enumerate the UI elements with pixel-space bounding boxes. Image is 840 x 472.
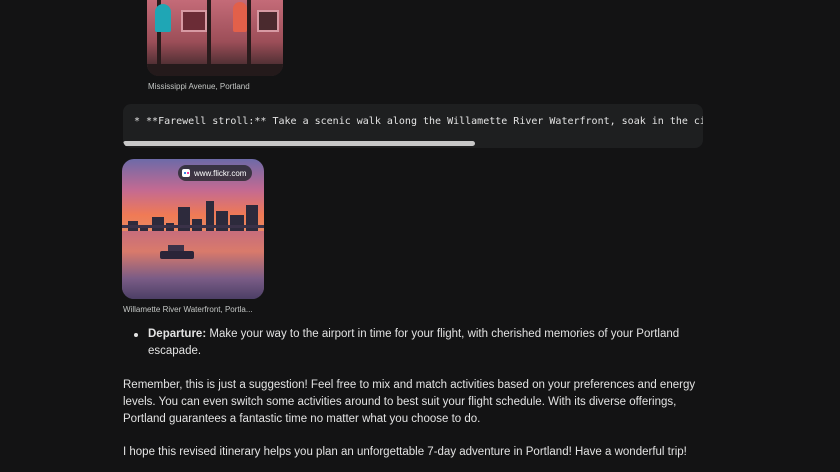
code-block: * **Farewell stroll:** Take a scenic wal… [123, 104, 703, 148]
image-source-label: www.flickr.com [194, 168, 247, 178]
code-line: * **Farewell stroll:** Take a scenic wal… [134, 116, 703, 127]
umbrella-graphic [233, 2, 247, 32]
bullet-marker [134, 333, 138, 337]
chat-response: Mississippi Avenue, Portland * **Farewel… [0, 0, 840, 472]
paragraph: I hope this revised itinerary helps you … [123, 446, 687, 458]
flickr-icon [182, 169, 190, 177]
image-willamette-waterfront[interactable]: www.flickr.com [122, 159, 264, 299]
bullet-label: Departure: [148, 328, 207, 340]
image-source-chip[interactable]: www.flickr.com [178, 165, 253, 181]
boat-graphic [160, 251, 194, 259]
image-caption[interactable]: Mississippi Avenue, Portland [148, 82, 288, 91]
paragraph: Remember, this is just a suggestion! Fee… [123, 379, 696, 425]
umbrella-graphic [155, 4, 171, 32]
window-graphic [181, 10, 207, 32]
bullet-text: Make your way to the airport in time for… [148, 328, 680, 357]
window-graphic [257, 10, 279, 32]
street-graphic [147, 64, 283, 76]
image-mississippi-avenue[interactable] [147, 0, 283, 76]
horizontal-scrollbar[interactable] [123, 141, 475, 146]
list-item: Departure: Make your way to the airport … [148, 326, 708, 360]
river-graphic [122, 231, 264, 299]
bridge-graphic [122, 225, 264, 228]
image-caption[interactable]: Willamette River Waterfront, Portla... [123, 305, 265, 314]
